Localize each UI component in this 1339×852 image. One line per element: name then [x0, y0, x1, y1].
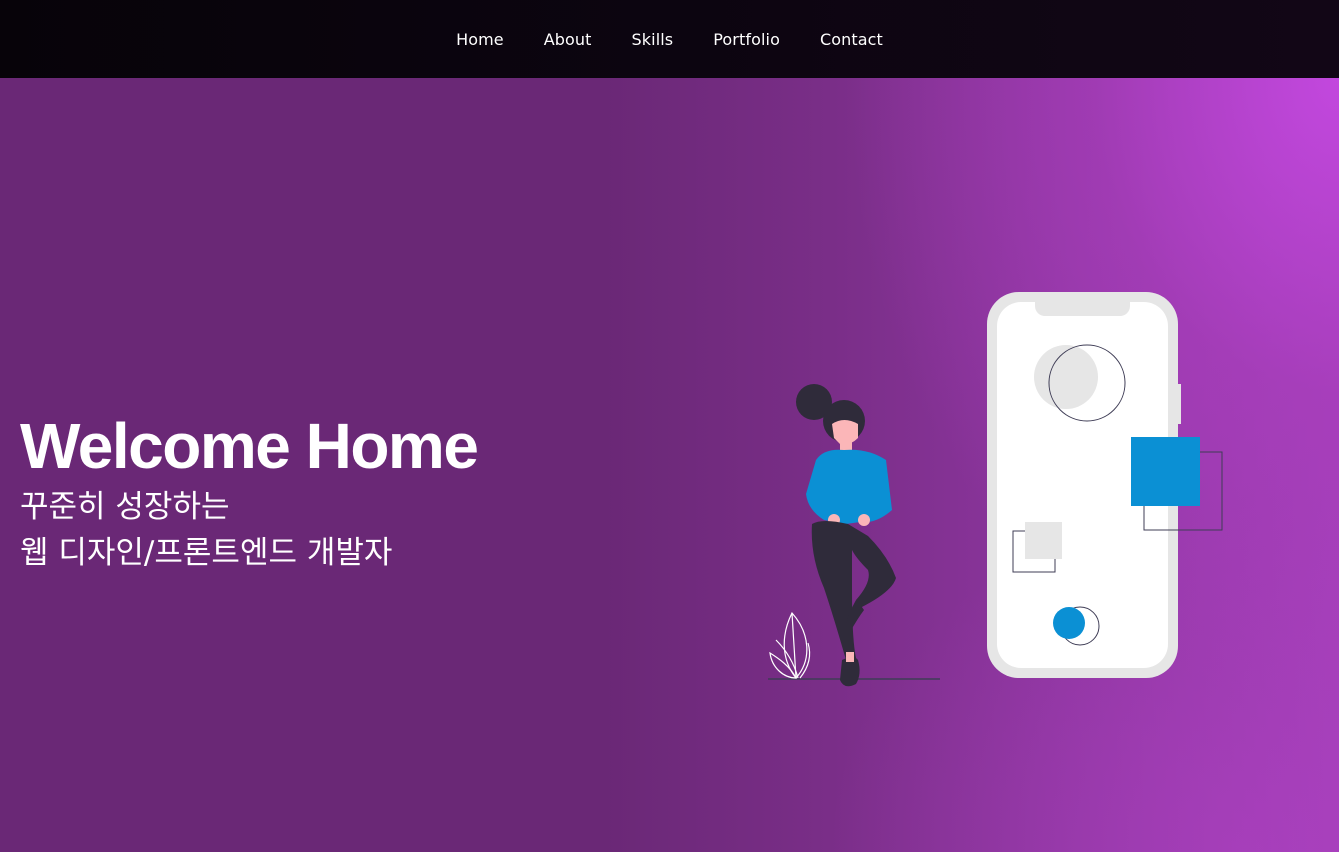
hero-title: Welcome Home [20, 410, 479, 482]
plant-icon [769, 611, 811, 679]
nav-item-about[interactable]: About [524, 30, 612, 49]
nav-item-skills[interactable]: Skills [612, 30, 694, 49]
woman-figure [796, 384, 896, 687]
phone-illustration [987, 292, 1223, 678]
nav-menu: Home About Skills Portfolio Contact [436, 30, 903, 49]
hero-illustration [768, 292, 1223, 687]
nav-item-contact[interactable]: Contact [800, 30, 903, 49]
top-navbar: Home About Skills Portfolio Contact [0, 0, 1339, 78]
nav-item-home[interactable]: Home [436, 30, 524, 49]
hero-subtitle-line-1: 꾸준히 성장하는 [20, 489, 230, 525]
hero-text-block: Welcome Home 꾸준히 성장하는 웹 디자인/프론트엔드 개발자 [20, 408, 479, 576]
hero-section: Welcome Home 꾸준히 성장하는 웹 디자인/프론트엔드 개발자 [0, 78, 1339, 852]
nav-item-portfolio[interactable]: Portfolio [693, 30, 800, 49]
hero-subtitle-line-2: 웹 디자인/프론트엔드 개발자 [20, 535, 393, 571]
